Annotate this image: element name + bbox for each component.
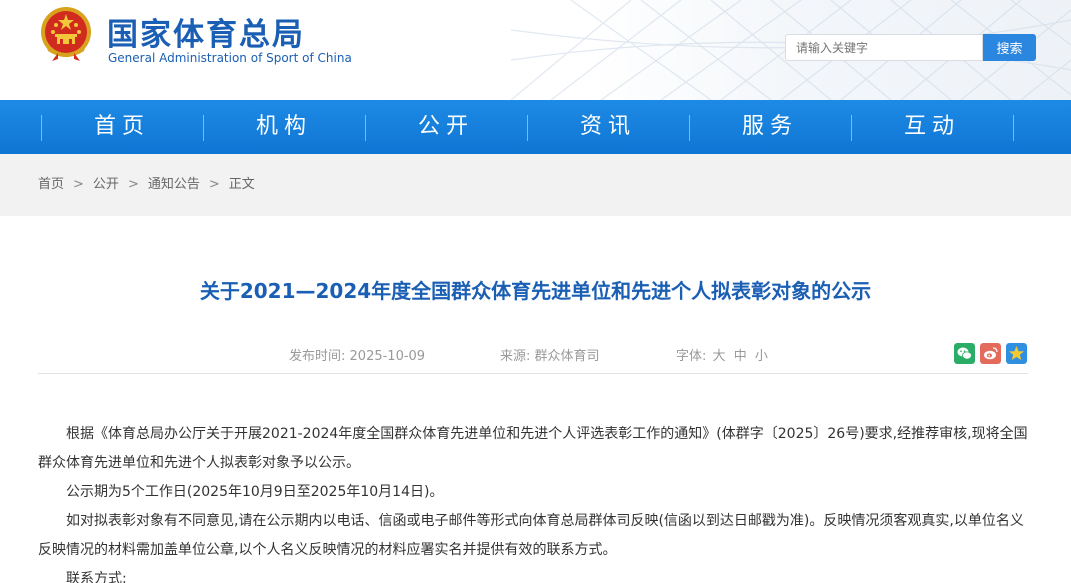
article-source: 来源: 群众体育司 <box>500 345 600 364</box>
weibo-icon[interactable] <box>980 343 1001 364</box>
breadcrumb: 首页 > 公开 > 通知公告 > 正文 <box>38 154 255 216</box>
breadcrumb-notices[interactable]: 通知公告 <box>148 177 200 192</box>
font-size-small[interactable]: 小 <box>755 349 768 364</box>
breadcrumb-separator: > <box>127 177 139 192</box>
meta-divider <box>38 373 1028 374</box>
font-size-medium[interactable]: 中 <box>734 349 747 364</box>
publish-date-label: 发布时间: <box>289 349 346 364</box>
nav-separator <box>1013 115 1014 141</box>
article-paragraph: 公示期为5个工作日(2025年10月9日至2025年10月14日)。 <box>66 484 444 500</box>
breadcrumb-separator: > <box>73 177 84 192</box>
breadcrumb-separator: > <box>208 177 220 192</box>
breadcrumb-current: 正文 <box>228 177 255 192</box>
search-input[interactable] <box>785 34 983 61</box>
source-label: 来源: <box>500 349 531 364</box>
breadcrumb-public[interactable]: 公开 <box>93 177 119 192</box>
nav-item-services[interactable]: 服务 <box>689 100 851 154</box>
national-emblem-icon <box>41 7 91 61</box>
article-title: 关于2021—2024年度全国群众体育先进单位和先进个人拟表彰对象的公示 <box>199 279 872 303</box>
source-value: 群众体育司 <box>534 349 600 364</box>
publish-date: 发布时间: 2025-10-09 <box>289 345 425 364</box>
publish-date-value: 2025-10-09 <box>349 349 426 364</box>
site-logo-en[interactable]: General Administration of Sport of China <box>108 51 352 65</box>
qzone-star-icon[interactable] <box>1006 343 1027 364</box>
site-header: 国家体育总局 General Administration of Sport o… <box>0 0 1071 100</box>
nav-item-public[interactable]: 公开 <box>365 100 527 154</box>
nav-item-organization[interactable]: 机构 <box>203 100 365 154</box>
article-paragraph: 根据《体育总局办公厅关于开展2021-2024年度全国群众体育先进单位和先进个人… <box>38 426 1028 471</box>
search-button[interactable]: 搜索 <box>983 34 1036 61</box>
font-size-large[interactable]: 大 <box>713 349 726 364</box>
article-paragraph: 联系方式: <box>66 571 127 583</box>
nav-item-interaction[interactable]: 互动 <box>851 100 1013 154</box>
nav-item-home[interactable]: 首页 <box>41 100 203 154</box>
main-nav: 首页 机构 公开 资讯 服务 互动 <box>0 100 1071 154</box>
breadcrumb-bar: 首页 > 公开 > 通知公告 > 正文 <box>0 154 1071 216</box>
font-size-switcher: 字体: 大 中 小 <box>676 345 770 364</box>
breadcrumb-home[interactable]: 首页 <box>38 177 64 192</box>
site-logo-cn[interactable]: 国家体育总局 <box>107 9 305 54</box>
nav-item-news[interactable]: 资讯 <box>527 100 689 154</box>
wechat-icon[interactable] <box>954 343 975 364</box>
article-body: 根据《体育总局办公厅关于开展2021-2024年度全国群众体育先进单位和先进个人… <box>38 420 1033 583</box>
article-paragraph: 如对拟表彰对象有不同意见,请在公示期内以电话、信函或电子邮件等形式向体育总局群体… <box>38 513 1024 558</box>
font-size-label: 字体: <box>676 349 707 364</box>
